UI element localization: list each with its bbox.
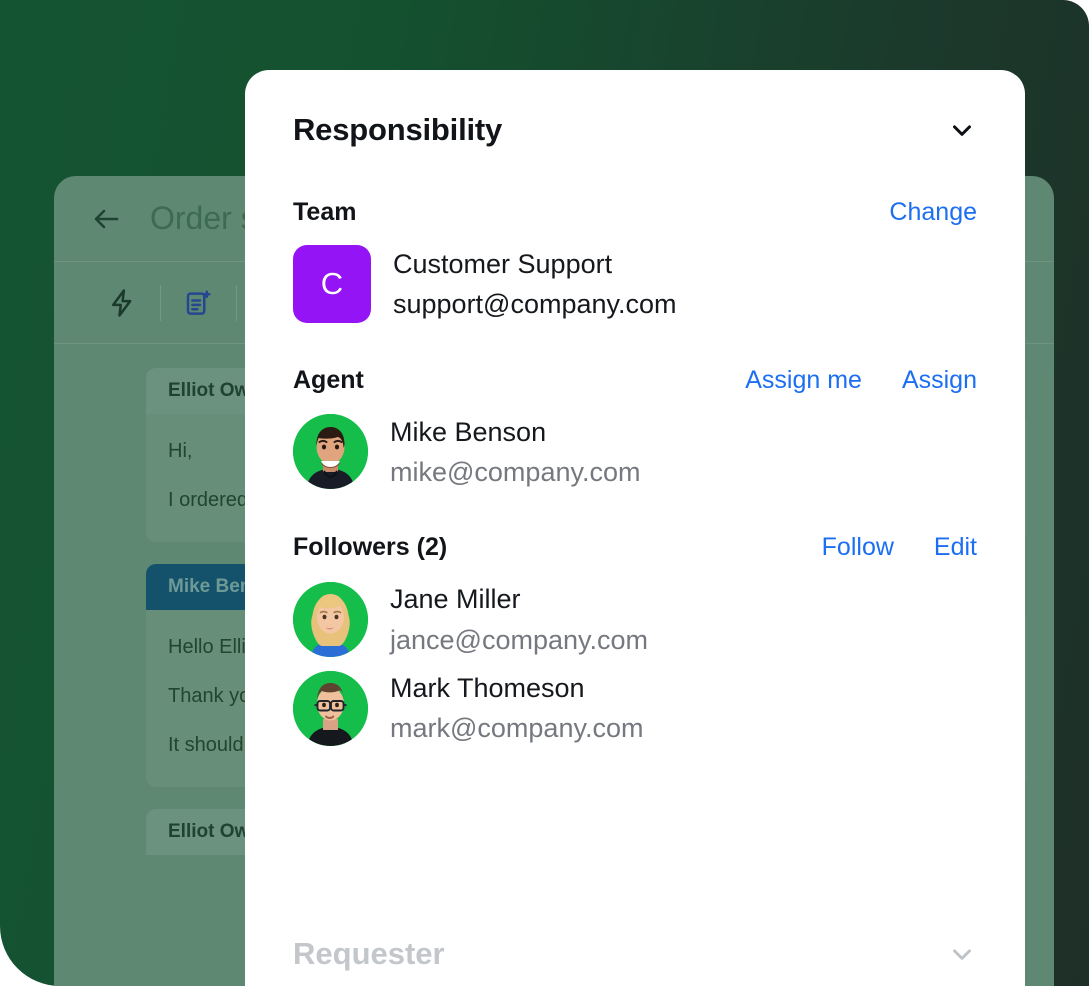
agent-email: mike@company.com — [390, 456, 641, 487]
agent-row[interactable]: Mike Benson mike@company.com — [293, 413, 977, 492]
follower-row[interactable]: Mark Thomeson mark@company.com — [293, 669, 977, 748]
lightning-bolt-icon[interactable] — [84, 277, 160, 329]
change-team-button[interactable]: Change — [889, 198, 977, 227]
avatar-photo-jane — [293, 582, 368, 658]
team-email: support@company.com — [393, 289, 677, 320]
team-actions: Change — [889, 198, 977, 227]
followers-section-header: Followers (2) Follow Edit — [293, 533, 977, 562]
team-avatar: C — [293, 245, 371, 324]
follower-row[interactable]: Jane Miller jance@company.com — [293, 580, 977, 659]
assign-button[interactable]: Assign — [902, 366, 977, 395]
app-stage: Order sh Elliot Owner Hi, I ordered t Mi… — [0, 0, 1089, 986]
followers-actions: Follow Edit — [822, 533, 977, 562]
follower-email: jance@company.com — [390, 624, 649, 655]
avatar-photo-mark — [293, 670, 368, 746]
agent-section-header: Agent Assign me Assign — [293, 366, 977, 395]
team-avatar-initial: C — [320, 266, 344, 302]
team-details: Customer Support support@company.com — [393, 245, 677, 324]
agent-name: Mike Benson — [390, 416, 547, 447]
card-header: Responsibility — [293, 70, 977, 156]
follower-details: Jane Miller jance@company.com — [390, 580, 648, 659]
follow-button[interactable]: Follow — [822, 533, 894, 562]
follower-name: Jane Miller — [390, 584, 521, 615]
assign-me-button[interactable]: Assign me — [745, 366, 862, 395]
follower-name: Mark Thomeson — [390, 672, 585, 703]
arrow-left-icon[interactable] — [90, 202, 124, 236]
requester-label: Requester — [293, 936, 445, 971]
page-title: Responsibility — [293, 112, 503, 147]
team-row[interactable]: C Customer Support support@company.com — [293, 245, 977, 324]
team-name: Customer Support — [393, 249, 613, 279]
follower-details: Mark Thomeson mark@company.com — [390, 669, 643, 748]
avatar-photo-mike — [293, 414, 368, 490]
follower-email: mark@company.com — [390, 713, 644, 744]
team-label: Team — [293, 198, 357, 226]
note-sparkle-icon[interactable] — [160, 277, 236, 329]
edit-followers-button[interactable]: Edit — [934, 533, 977, 562]
team-section-header: Team Change — [293, 198, 977, 227]
responsibility-card: Responsibility Team Change C Customer Su… — [245, 70, 1025, 986]
agent-details: Mike Benson mike@company.com — [390, 413, 640, 492]
followers-label: Followers (2) — [293, 533, 448, 562]
chevron-down-icon[interactable] — [947, 939, 977, 969]
agent-actions: Assign me Assign — [745, 366, 977, 395]
chevron-down-icon[interactable] — [947, 115, 977, 145]
agent-label: Agent — [293, 365, 364, 394]
requester-section-header[interactable]: Requester — [293, 936, 977, 986]
